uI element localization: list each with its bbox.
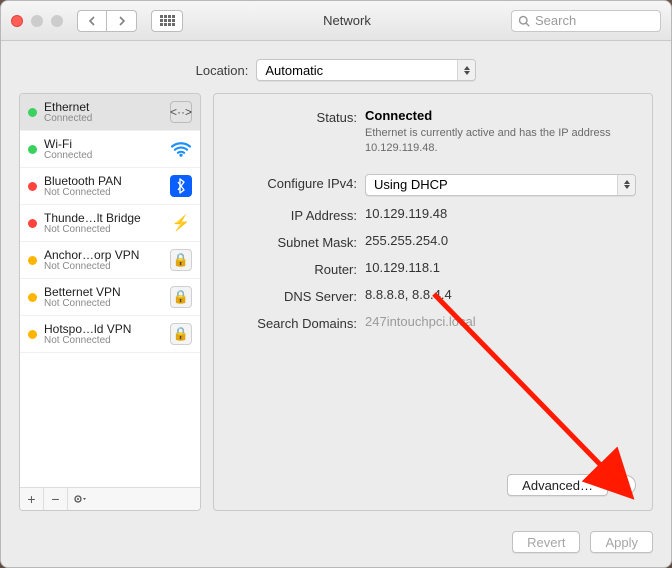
sidebar-item-hotspo-ld-vpn[interactable]: Hotspo…ld VPNNot Connected 🔒 — [20, 316, 200, 353]
forward-button[interactable] — [107, 10, 137, 32]
service-list[interactable]: EthernetConnected<··>Wi-FiConnectedBluet… — [20, 94, 200, 487]
chevron-right-icon — [118, 16, 126, 26]
service-status: Not Connected — [44, 225, 163, 235]
status-dot-icon — [28, 145, 37, 154]
location-row: Location: Automatic — [1, 41, 671, 93]
router-value: 10.129.118.1 — [365, 260, 636, 277]
sidebar-item-betternet-vpn[interactable]: Betternet VPNNot Connected 🔒 — [20, 279, 200, 316]
service-actions-button[interactable] — [68, 488, 92, 510]
search-domains-value: 247intouchpci.local — [365, 314, 636, 331]
gear-icon — [73, 494, 87, 504]
configure-ipv4-label: Configure IPv4: — [230, 174, 365, 196]
status-dot-icon — [28, 219, 37, 228]
detail-panel: Status: Connected Ethernet is currently … — [213, 93, 653, 511]
wifi-icon — [170, 138, 192, 160]
dns-server-value: 8.8.8.8, 8.8.4.4 — [365, 287, 636, 304]
configure-ipv4-select[interactable]: Using DHCP — [365, 174, 636, 196]
sidebar-item-ethernet[interactable]: EthernetConnected <··> — [20, 94, 200, 131]
lock-icon: 🔒 — [170, 323, 192, 345]
service-name: Bluetooth PAN — [44, 174, 163, 188]
thunderbolt-icon: ⚡ — [170, 212, 192, 234]
subnet-mask-value: 255.255.254.0 — [365, 233, 636, 250]
ip-address-value: 10.129.119.48 — [365, 206, 636, 223]
chevron-left-icon — [88, 16, 96, 26]
sidebar-item-wi-fi[interactable]: Wi-FiConnected — [20, 131, 200, 168]
service-name: Thunde…lt Bridge — [44, 211, 163, 225]
advanced-button[interactable]: Advanced… — [507, 474, 608, 496]
ethernet-icon: <··> — [170, 101, 192, 123]
location-label: Location: — [196, 63, 249, 78]
sidebar-item-anchor-orp-vpn[interactable]: Anchor…orp VPNNot Connected 🔒 — [20, 242, 200, 279]
location-select[interactable]: Automatic — [256, 59, 476, 81]
service-name: Anchor…orp VPN — [44, 248, 163, 262]
subnet-mask-label: Subnet Mask: — [230, 233, 365, 250]
window-title: Network — [191, 13, 503, 28]
chevron-updown-icon — [617, 175, 635, 195]
service-name: Ethernet — [44, 100, 163, 114]
status-value: Connected — [365, 108, 636, 123]
service-status: Not Connected — [44, 188, 163, 198]
lock-icon: 🔒 — [170, 286, 192, 308]
close-icon[interactable] — [11, 15, 23, 27]
configure-ipv4-value: Using DHCP — [374, 177, 448, 192]
sidebar-item-bluetooth-pan[interactable]: Bluetooth PANNot Connected — [20, 168, 200, 205]
search-domains-label: Search Domains: — [230, 314, 365, 331]
status-dot-icon — [28, 293, 37, 302]
status-label: Status: — [230, 108, 365, 156]
add-service-button[interactable]: + — [20, 488, 44, 510]
service-name: Betternet VPN — [44, 285, 163, 299]
sidebar: EthernetConnected<··>Wi-FiConnectedBluet… — [19, 93, 201, 511]
status-dot-icon — [28, 256, 37, 265]
grid-icon — [160, 15, 175, 26]
dns-server-label: DNS Server: — [230, 287, 365, 304]
back-button[interactable] — [77, 10, 107, 32]
minimize-icon — [31, 15, 43, 27]
help-button[interactable]: ? — [616, 475, 636, 495]
router-label: Router: — [230, 260, 365, 277]
service-status: Not Connected — [44, 336, 163, 346]
search-placeholder: Search — [535, 13, 576, 28]
location-value: Automatic — [265, 63, 323, 78]
remove-service-button[interactable]: − — [44, 488, 68, 510]
footer: Revert Apply — [1, 521, 671, 567]
window-controls — [11, 15, 63, 27]
titlebar: Network Search — [1, 1, 671, 41]
show-all-button[interactable] — [151, 10, 183, 32]
service-name: Hotspo…ld VPN — [44, 322, 163, 336]
network-preferences-window: Network Search Location: Automatic Ether… — [0, 0, 672, 568]
service-status: Not Connected — [44, 299, 163, 309]
status-dot-icon — [28, 330, 37, 339]
status-hint: Ethernet is currently active and has the… — [365, 126, 636, 156]
apply-button[interactable]: Apply — [590, 531, 653, 553]
status-dot-icon — [28, 182, 37, 191]
service-status: Not Connected — [44, 262, 163, 272]
nav-buttons — [77, 10, 137, 32]
advanced-row: Advanced… ? — [230, 474, 636, 496]
service-status: Connected — [44, 114, 163, 124]
ip-address-label: IP Address: — [230, 206, 365, 223]
search-icon — [518, 15, 530, 27]
chevron-updown-icon — [457, 60, 475, 80]
sidebar-footer: + − — [20, 487, 200, 510]
sidebar-item-thunde-lt-bridge[interactable]: Thunde…lt BridgeNot Connected ⚡ — [20, 205, 200, 242]
lock-icon: 🔒 — [170, 249, 192, 271]
body: EthernetConnected<··>Wi-FiConnectedBluet… — [1, 93, 671, 521]
zoom-icon — [51, 15, 63, 27]
service-status: Connected — [44, 151, 163, 161]
service-name: Wi-Fi — [44, 137, 163, 151]
status-dot-icon — [28, 108, 37, 117]
revert-button[interactable]: Revert — [512, 531, 580, 553]
bluetooth-icon — [170, 175, 192, 197]
search-field[interactable]: Search — [511, 10, 661, 32]
